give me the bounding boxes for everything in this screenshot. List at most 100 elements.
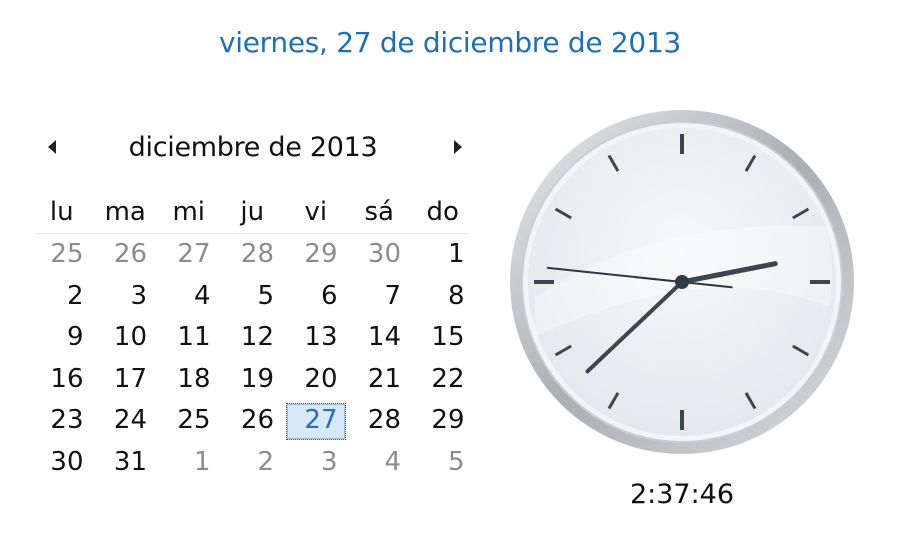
calendar-day-number: 27 bbox=[304, 405, 338, 435]
calendar-day[interactable]: 2 bbox=[221, 442, 285, 484]
calendar-day-number: 25 bbox=[177, 405, 211, 435]
calendar-day[interactable]: 1 bbox=[411, 234, 475, 276]
calendar-day[interactable]: 11 bbox=[157, 317, 221, 359]
calendar-day-number: 10 bbox=[113, 322, 147, 352]
calendar-day-number: 31 bbox=[113, 446, 147, 477]
calendar-day[interactable]: 7 bbox=[348, 276, 412, 318]
calendar-day[interactable]: 2 bbox=[30, 276, 94, 318]
calendar-day[interactable]: 24 bbox=[94, 400, 158, 442]
calendar-day-number: 26 bbox=[113, 239, 147, 269]
arrow-right-icon bbox=[454, 140, 462, 154]
calendar-day-number: 1 bbox=[447, 239, 465, 269]
calendar-day[interactable]: 27 bbox=[157, 234, 221, 276]
digital-time: 2:37:46 bbox=[629, 479, 735, 510]
calendar-day-number: 6 bbox=[320, 280, 338, 311]
calendar-day[interactable]: 20 bbox=[284, 359, 348, 401]
calendar-day[interactable]: 10 bbox=[94, 317, 158, 359]
calendar-day-number: 18 bbox=[177, 363, 211, 394]
calendar-day-number: 29 bbox=[431, 405, 465, 435]
calendar-day[interactable]: 21 bbox=[348, 359, 412, 401]
full-date-heading[interactable]: viernes, 27 de diciembre de 2013 bbox=[0, 26, 900, 59]
calendar-day-number: 27 bbox=[177, 239, 211, 269]
weekday-label: lu bbox=[49, 197, 74, 227]
calendar-day-number: 30 bbox=[50, 446, 84, 477]
weekday-label: do bbox=[426, 197, 459, 227]
calendar-day[interactable]: 29 bbox=[284, 234, 348, 276]
calendar-day-number: 2 bbox=[257, 446, 274, 477]
calendar-day[interactable]: 30 bbox=[30, 442, 94, 484]
calendar-day-number: 12 bbox=[240, 322, 274, 352]
calendar-day-number: 7 bbox=[384, 280, 401, 311]
calendar-day[interactable]: 9 bbox=[30, 317, 94, 359]
calendar-day[interactable]: 25 bbox=[30, 234, 94, 276]
calendar-day-number: 11 bbox=[177, 322, 211, 352]
calendar-day-number: 16 bbox=[50, 363, 84, 394]
calendar-day[interactable]: 28 bbox=[348, 400, 412, 442]
calendar-day-number: 28 bbox=[367, 405, 401, 435]
calendar-day-number: 24 bbox=[113, 405, 147, 435]
calendar-days: 25 26 27 28 29 30 1 2 3 4 5 6 7 8 9 10 11 12 13 14 15 16 17 18 1… bbox=[30, 234, 475, 483]
calendar-day[interactable]: 17 bbox=[94, 359, 158, 401]
arrow-left-icon bbox=[48, 140, 56, 154]
calendar-day-number: 5 bbox=[257, 280, 274, 311]
calendar-day-number: 1 bbox=[193, 446, 211, 477]
month-title[interactable]: diciembre de 2013 bbox=[100, 132, 406, 166]
calendar-day[interactable]: 22 bbox=[411, 359, 475, 401]
calendar-day[interactable]: 26 bbox=[221, 400, 285, 442]
calendar-day-number: 22 bbox=[431, 363, 465, 394]
calendar-day-number: 8 bbox=[447, 280, 465, 311]
weekday-label: ma bbox=[104, 197, 146, 227]
calendar-day-number: 3 bbox=[130, 280, 147, 311]
calendar-day[interactable]: 12 bbox=[221, 317, 285, 359]
previous-month-button[interactable] bbox=[40, 132, 64, 162]
calendar-day-number: 2 bbox=[66, 280, 84, 311]
calendar-day[interactable]: 5 bbox=[221, 276, 285, 318]
calendar-day[interactable]: 14 bbox=[348, 317, 412, 359]
calendar-day[interactable]: 5 bbox=[411, 442, 475, 484]
calendar-day[interactable]: 13 bbox=[284, 317, 348, 359]
calendar-day-number: 17 bbox=[113, 363, 147, 394]
calendar-day[interactable]: 23 bbox=[30, 400, 94, 442]
calendar-day-number: 26 bbox=[240, 405, 274, 435]
calendar-day-number: 29 bbox=[304, 239, 338, 269]
calendar-day[interactable]: 6 bbox=[284, 276, 348, 318]
calendar-day-number: 19 bbox=[240, 363, 274, 394]
calendar-day-number: 9 bbox=[66, 322, 84, 352]
calendar-day[interactable]: 1 bbox=[157, 442, 221, 484]
calendar-day-number: 5 bbox=[447, 446, 465, 477]
calendar-day-number: 4 bbox=[193, 280, 211, 311]
calendar-day-number: 23 bbox=[50, 405, 84, 435]
calendar-day[interactable]: 19 bbox=[221, 359, 285, 401]
calendar-day[interactable]: 4 bbox=[157, 276, 221, 318]
calendar-day-number: 21 bbox=[367, 363, 401, 394]
weekday-label: vi bbox=[304, 197, 328, 227]
calendar-day-number: 4 bbox=[384, 446, 401, 477]
calendar-day-number: 14 bbox=[367, 322, 401, 352]
calendar-day[interactable]: 30 bbox=[348, 234, 412, 276]
calendar-day[interactable]: 3 bbox=[94, 276, 158, 318]
calendar-day[interactable]: 18 bbox=[157, 359, 221, 401]
calendar-day-number: 20 bbox=[304, 363, 338, 394]
calendar-day-number: 30 bbox=[367, 239, 401, 269]
calendar-day-number: 3 bbox=[320, 446, 338, 477]
weekday-label: ju bbox=[240, 197, 265, 227]
calendar-day-number: 15 bbox=[431, 322, 465, 352]
calendar-day-number: 28 bbox=[240, 239, 274, 269]
clock-center-cap bbox=[675, 275, 689, 289]
calendar-day[interactable]: 28 bbox=[221, 234, 285, 276]
calendar-day[interactable]: 29 bbox=[411, 400, 475, 442]
calendar-day-today[interactable]: 27 bbox=[284, 400, 348, 442]
calendar-day[interactable]: 16 bbox=[30, 359, 94, 401]
calendar-day[interactable]: 8 bbox=[411, 276, 475, 318]
calendar-day[interactable]: 4 bbox=[348, 442, 412, 484]
weekday-header: lu ma mi ju vi sá do bbox=[30, 194, 475, 230]
calendar-day[interactable]: 15 bbox=[411, 317, 475, 359]
calendar-day-number: 13 bbox=[304, 322, 338, 352]
calendar-day[interactable]: 26 bbox=[94, 234, 158, 276]
weekday-label: mi bbox=[172, 197, 206, 227]
calendar-day-number: 25 bbox=[50, 239, 84, 269]
calendar-day[interactable]: 31 bbox=[94, 442, 158, 484]
calendar-day[interactable]: 25 bbox=[157, 400, 221, 442]
calendar-day[interactable]: 3 bbox=[284, 442, 348, 484]
next-month-button[interactable] bbox=[446, 132, 470, 162]
